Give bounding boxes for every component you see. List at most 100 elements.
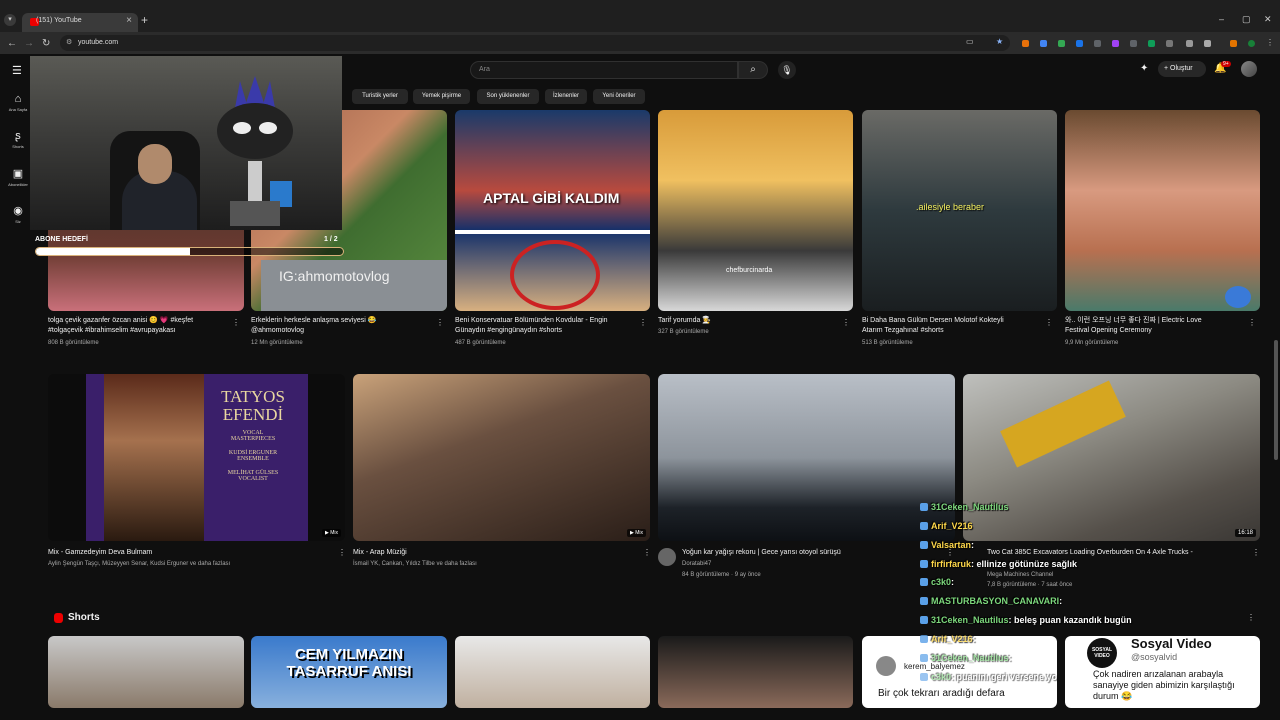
video-meta: 327 B görüntüleme — [658, 329, 709, 335]
bookmark-star-icon[interactable]: ★ — [996, 37, 1003, 46]
extension-icon[interactable] — [1022, 40, 1029, 47]
chat-message: Valsartan: — [920, 540, 974, 550]
extension-icon[interactable] — [1076, 40, 1083, 47]
sidebar-item-home[interactable]: ⌂ Ana Sayfa — [4, 93, 32, 112]
video-meta: Aylin Şengün Taşçı, Müzeyyen Senar, Kuds… — [48, 561, 231, 567]
reload-icon[interactable]: ↻ — [42, 38, 50, 49]
search-input[interactable]: Ara — [470, 61, 738, 79]
new-tab-icon[interactable]: + — [141, 13, 148, 27]
sidebar-label: Abonelikler — [8, 182, 28, 187]
sidebar-item-you[interactable]: ◉ Siz — [4, 204, 32, 224]
guide-menu-icon[interactable]: ☰ — [12, 64, 22, 77]
minimize-icon[interactable]: – — [1219, 14, 1224, 24]
chip-filter[interactable]: Turistik yerler — [352, 89, 408, 104]
extensions-puzzle-icon[interactable] — [1204, 40, 1211, 47]
video-title[interactable]: Bi Daha Bana Gülüm Dersen Molotof Koktey… — [862, 316, 1042, 336]
extension-icon[interactable] — [1094, 40, 1101, 47]
voice-search-icon[interactable]: 🎙 — [778, 61, 796, 79]
short-thumbnail[interactable] — [455, 636, 650, 708]
chip-filter[interactable]: Yemek pişirme — [413, 89, 470, 104]
tab-search-icon[interactable]: ▾ — [4, 14, 16, 26]
channel-avatar[interactable] — [658, 548, 676, 566]
album-text: EFENDİ — [222, 405, 284, 424]
channel-name[interactable]: Doratabi47 — [682, 561, 711, 567]
video-thumbnail[interactable]: TATYOS EFENDİ VOCAL MASTERPIECES KUDSİ E… — [48, 374, 345, 541]
url-field[interactable]: ⚙ youtube.com ▭ ★ — [60, 35, 1010, 51]
more-actions-icon[interactable]: ⋮ — [1248, 318, 1256, 327]
more-actions-icon[interactable]: ⋮ — [1247, 613, 1255, 622]
extension-icon[interactable] — [1130, 40, 1137, 47]
more-actions-icon[interactable]: ⋮ — [232, 318, 240, 327]
more-actions-icon[interactable]: ⋮ — [1252, 548, 1260, 557]
short-overlay-text: CEM YILMAZIN — [294, 646, 404, 663]
video-thumbnail[interactable]: chefburcinarda — [658, 110, 853, 311]
chip-filter[interactable]: İzlenenler — [545, 89, 587, 104]
tweet-user: kerem_balyemez — [904, 662, 965, 671]
extension-icon[interactable] — [1166, 40, 1173, 47]
account-avatar[interactable] — [1241, 61, 1257, 77]
channel-name[interactable]: Mega Machines Channel — [987, 572, 1053, 578]
video-title[interactable]: Tarif yorumda 👩‍🍳 — [658, 316, 838, 326]
profile-icon[interactable] — [1230, 40, 1237, 47]
short-text: Çok nadiren arızalanan arabayla — [1093, 669, 1224, 679]
short-thumbnail[interactable] — [48, 636, 244, 708]
create-label: Oluştur — [1170, 65, 1193, 72]
site-info-icon[interactable]: ⚙ — [66, 38, 72, 46]
extension-icon[interactable] — [1148, 40, 1155, 47]
shorts-logo-icon — [54, 613, 63, 623]
home-icon: ⌂ — [14, 93, 22, 105]
close-window-icon[interactable]: ✕ — [1264, 14, 1272, 25]
browser-menu-icon[interactable]: ⋮ — [1266, 38, 1274, 47]
more-actions-icon[interactable]: ⋮ — [1045, 318, 1053, 327]
video-title[interactable]: Beni Konservatuar Bölümünden Kovdular - … — [455, 316, 635, 336]
maximize-icon[interactable]: ▢ — [1242, 14, 1251, 25]
more-actions-icon[interactable]: ⋮ — [842, 318, 850, 327]
more-actions-icon[interactable]: ⋮ — [436, 318, 444, 327]
video-title[interactable]: Mix - Arap Müziği — [353, 548, 407, 558]
short-thumbnail[interactable]: CEM YILMAZIN TASARRUF ANISI — [251, 636, 447, 708]
short-thumbnail[interactable] — [658, 636, 853, 708]
extension-icon[interactable] — [1040, 40, 1047, 47]
browser-tab[interactable]: (151) YouTube × — [22, 13, 138, 32]
chat-message: 31Ceken_Nautilus: — [920, 653, 1012, 663]
extension-icon[interactable] — [1112, 40, 1119, 47]
short-thumbnail[interactable]: SOSYAL VIDEO Sosyal Video @sosyalvid Çok… — [1065, 636, 1260, 708]
more-actions-icon[interactable]: ⋮ — [338, 548, 346, 557]
video-title[interactable]: Two Cat 385C Excavators Loading Overburd… — [987, 548, 1193, 558]
video-thumbnail[interactable]: APTAL GİBİ KALDIM — [455, 110, 650, 311]
cast-icon[interactable]: ✦ — [1140, 63, 1148, 74]
video-title[interactable]: Yoğun kar yağışı rekoru | Gece yarısı ot… — [682, 548, 841, 558]
create-button[interactable]: + Oluştur — [1158, 61, 1206, 77]
profile-avatar-icon[interactable] — [1248, 40, 1255, 47]
extension-icon[interactable] — [1058, 40, 1065, 47]
more-actions-icon[interactable]: ⋮ — [643, 548, 651, 557]
sidebar-item-shorts[interactable]: ʂ Shorts — [4, 130, 32, 149]
forward-icon[interactable]: → — [24, 38, 34, 49]
video-thumbnail[interactable]: .ailesiyle beraber — [862, 110, 1057, 311]
close-tab-icon[interactable]: × — [126, 15, 132, 26]
search-button[interactable]: ⌕ — [738, 61, 768, 79]
subscriptions-icon: ▣ — [12, 168, 24, 180]
video-thumbnail[interactable]: 16:18 — [963, 374, 1260, 541]
webcam-overlay — [30, 56, 342, 230]
extension-icon[interactable] — [1186, 40, 1193, 47]
chip-filter[interactable]: Son yüklenenler — [477, 89, 539, 104]
tweet-text: Bir çok tekrarı aradığı defara — [878, 688, 1005, 699]
thumbnail-overlay-text: APTAL GİBİ KALDIM — [483, 190, 620, 206]
page-scrollbar[interactable] — [1274, 340, 1278, 460]
chat-message: c3k0: puanını geri versene yo — [920, 672, 1057, 682]
more-actions-icon[interactable]: ⋮ — [639, 318, 647, 327]
video-thumbnail[interactable] — [1065, 110, 1260, 311]
video-title[interactable]: Mix - Gamzedeyim Deva Bulmam — [48, 548, 152, 558]
video-thumbnail[interactable] — [658, 374, 955, 541]
video-title[interactable]: tolga çevik gazanfer özcan anisi 😊 💗 #ke… — [48, 316, 228, 336]
back-icon[interactable]: ← — [7, 38, 17, 49]
video-thumbnail[interactable]: ▶ Mix — [353, 374, 650, 541]
tab-title: (151) YouTube — [36, 17, 82, 24]
video-title[interactable]: Erkeklerin herkesle anlaşma seviyesi 😂 @a… — [251, 316, 431, 336]
sidebar-item-subscriptions[interactable]: ▣ Abonelikler — [4, 167, 32, 187]
video-title[interactable]: 와.. 이런 오프닝 너무 좋다 진짜 | Electric Love Festi… — [1065, 316, 1245, 336]
install-icon[interactable]: ▭ — [966, 37, 974, 46]
chat-message: 31Ceken_Nautilus: beleş puan kazandık bu… — [920, 615, 1132, 625]
chip-filter[interactable]: Yeni öneriler — [593, 89, 645, 104]
